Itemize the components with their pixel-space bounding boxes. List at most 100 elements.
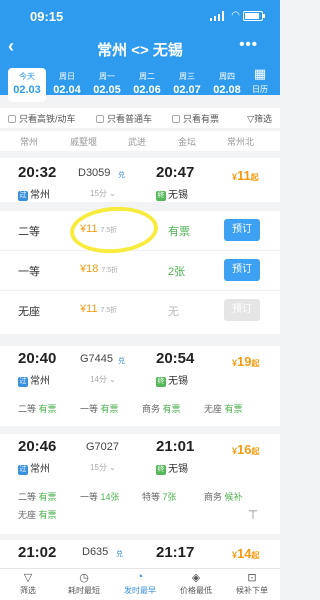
divider — [0, 336, 280, 346]
date-tab-3[interactable]: 周二 02.06 — [128, 68, 166, 102]
ellipsis-icon[interactable]: ••• — [239, 36, 258, 53]
seat-summary: 特等 7张 — [142, 492, 177, 502]
price: ¥11起 — [232, 168, 259, 183]
scroll-top-icon[interactable]: ⊤ — [244, 508, 262, 526]
cart-icon: ⊡ — [247, 572, 257, 584]
price: ¥19起 — [232, 354, 260, 369]
calendar-icon: ▦ — [253, 66, 267, 81]
station-tab[interactable]: 金坛 — [178, 135, 196, 148]
exchange-badge: 兑 — [118, 358, 125, 365]
seat-row-standing: 无座 ¥11 7.5折 无 预订 — [0, 290, 280, 334]
train-number: D635 — [82, 546, 109, 558]
arr-time: 21:17 — [156, 544, 195, 561]
seat-price: ¥11 7.5折 — [80, 303, 118, 315]
signal-icon — [210, 11, 224, 21]
duration: 15分 ⌄ — [90, 189, 116, 198]
nav-waitlist[interactable]: ⊡ 候补下单 — [224, 571, 280, 596]
dep-time: 20:40 — [18, 350, 57, 367]
date-weekday: 今天 — [19, 72, 35, 81]
pass-station-badge: 过 — [18, 377, 28, 387]
station-tab[interactable]: 戚墅堰 — [70, 135, 97, 148]
title-bar: ‹ 常州 <> 无锡 ••• — [0, 32, 280, 62]
seat-name: 一等 — [18, 266, 40, 278]
station-tab[interactable]: 武进 — [128, 135, 146, 148]
seat-summary: 一等 有票 — [80, 404, 119, 414]
filter-label: 只看高铁/动车 — [19, 114, 76, 124]
checkbox-icon — [172, 115, 180, 123]
seat-name: 无座 — [18, 306, 40, 318]
bottom-nav: ▽ 筛选 ◷ 耗时最短 ◔ 发时最早 ◈ 价格最低 ⊡ 候补下单 — [0, 568, 280, 600]
date-tab-0[interactable]: 今天 02.03 — [8, 68, 46, 102]
nav-shortest[interactable]: ◷ 耗时最短 — [56, 571, 112, 596]
dep-station: 过常州 — [18, 464, 50, 475]
pass-station-badge: 过 — [18, 191, 28, 201]
dep-time: 20:46 — [18, 438, 57, 455]
date-weekday: 周四 — [219, 72, 235, 81]
end-station-badge: 终 — [156, 465, 166, 475]
seat-summary: 无座 有票 — [18, 510, 57, 520]
date-tab-4[interactable]: 周三 02.07 — [168, 68, 206, 102]
seat-name: 二等 — [18, 226, 40, 238]
route-title: 常州 <> 无锡 — [97, 42, 183, 59]
filter-link[interactable]: ▽筛选 — [247, 112, 272, 125]
seat-row-first: 一等 ¥18 7.5折 2张 预订 — [0, 250, 280, 290]
wifi-icon: ◠ — [231, 10, 240, 21]
dep-time: 21:02 — [18, 544, 57, 561]
train-card[interactable]: 20:46 过常州 G7027 15分 ⌄ 21:01 终无锡 ¥16起 二等 … — [0, 434, 280, 534]
arr-station: 终无锡 — [156, 376, 188, 387]
end-station-badge: 终 — [156, 191, 166, 201]
date-tab-1[interactable]: 周日 02.04 — [48, 68, 86, 102]
train-card[interactable]: 20:32 过常州 D3059 兑 15分 ⌄ 20:47 终无锡 ¥11起 — [0, 158, 280, 202]
dep-station: 过常州 — [18, 190, 50, 201]
filter-icon: ▽ — [23, 572, 33, 584]
calendar-label: 日历 — [252, 85, 268, 94]
station-tabs: 常州 戚墅堰 武进 金坛 常州北 — [0, 131, 280, 151]
filter-available[interactable]: 只看有票 — [172, 112, 219, 125]
seat-availability: 有票 — [168, 226, 190, 238]
checkbox-icon — [96, 115, 104, 123]
book-button[interactable]: 预订 — [224, 299, 260, 321]
clock-icon: ◷ — [79, 572, 89, 584]
train-card[interactable]: 21:02 D635 兑 21:17 ¥14起 — [0, 540, 280, 568]
nav-filter[interactable]: ▽ 筛选 — [0, 571, 56, 596]
exchange-badge: 兑 — [116, 551, 123, 558]
calendar-button[interactable]: ▦ 日历 — [248, 66, 272, 102]
filter-link-label: 筛选 — [253, 114, 272, 124]
arr-station: 终无锡 — [156, 464, 188, 475]
end-station-badge: 终 — [156, 377, 166, 387]
date-tab-5[interactable]: 周四 02.08 — [208, 68, 246, 102]
date-value: 02.07 — [173, 84, 201, 96]
train-card[interactable]: 20:40 过常州 G7445 兑 14分 ⌄ 20:54 终无锡 ¥19起 二… — [0, 346, 280, 426]
price: ¥14起 — [232, 546, 260, 561]
dep-time: 20:32 — [18, 164, 57, 181]
date-strip: 今天 02.03 周日 02.04 周一 02.05 周二 02.06 周三 0… — [8, 68, 248, 102]
arr-time: 20:54 — [156, 350, 195, 367]
date-value: 02.05 — [93, 84, 121, 96]
nav-label: 耗时最短 — [68, 586, 100, 595]
exchange-badge: 兑 — [118, 172, 125, 179]
filter-label: 只看普通车 — [107, 114, 153, 124]
seat-summary: 二等 有票 — [18, 404, 57, 414]
nav-cheapest[interactable]: ◈ 价格最低 — [168, 571, 224, 596]
nav-earliest[interactable]: ◔ 发时最早 — [112, 571, 168, 596]
status-bar: 09:15 ◠ — [0, 0, 280, 30]
nav-label: 发时最早 — [124, 586, 156, 595]
book-button[interactable]: 预订 — [224, 259, 260, 281]
battery-icon — [243, 11, 265, 21]
price: ¥16起 — [232, 442, 260, 457]
duration: 15分 ⌄ — [90, 463, 116, 472]
station-tab[interactable]: 常州 — [20, 135, 38, 148]
seat-summary: 无座 有票 — [204, 404, 243, 414]
date-value: 02.03 — [13, 84, 41, 96]
date-value: 02.04 — [53, 84, 81, 96]
date-weekday: 周日 — [59, 72, 75, 81]
filter-high-speed[interactable]: 只看高铁/动车 — [8, 112, 76, 125]
seat-summary: 一等 14张 — [80, 492, 120, 502]
date-tab-2[interactable]: 周一 02.05 — [88, 68, 126, 102]
date-weekday: 周一 — [99, 72, 115, 81]
book-button[interactable]: 预订 — [224, 219, 260, 241]
filter-normal[interactable]: 只看普通车 — [96, 112, 152, 125]
station-tab[interactable]: 常州北 — [227, 135, 254, 148]
price-tag-icon: ◈ — [191, 572, 201, 584]
nav-label: 筛选 — [20, 586, 36, 595]
